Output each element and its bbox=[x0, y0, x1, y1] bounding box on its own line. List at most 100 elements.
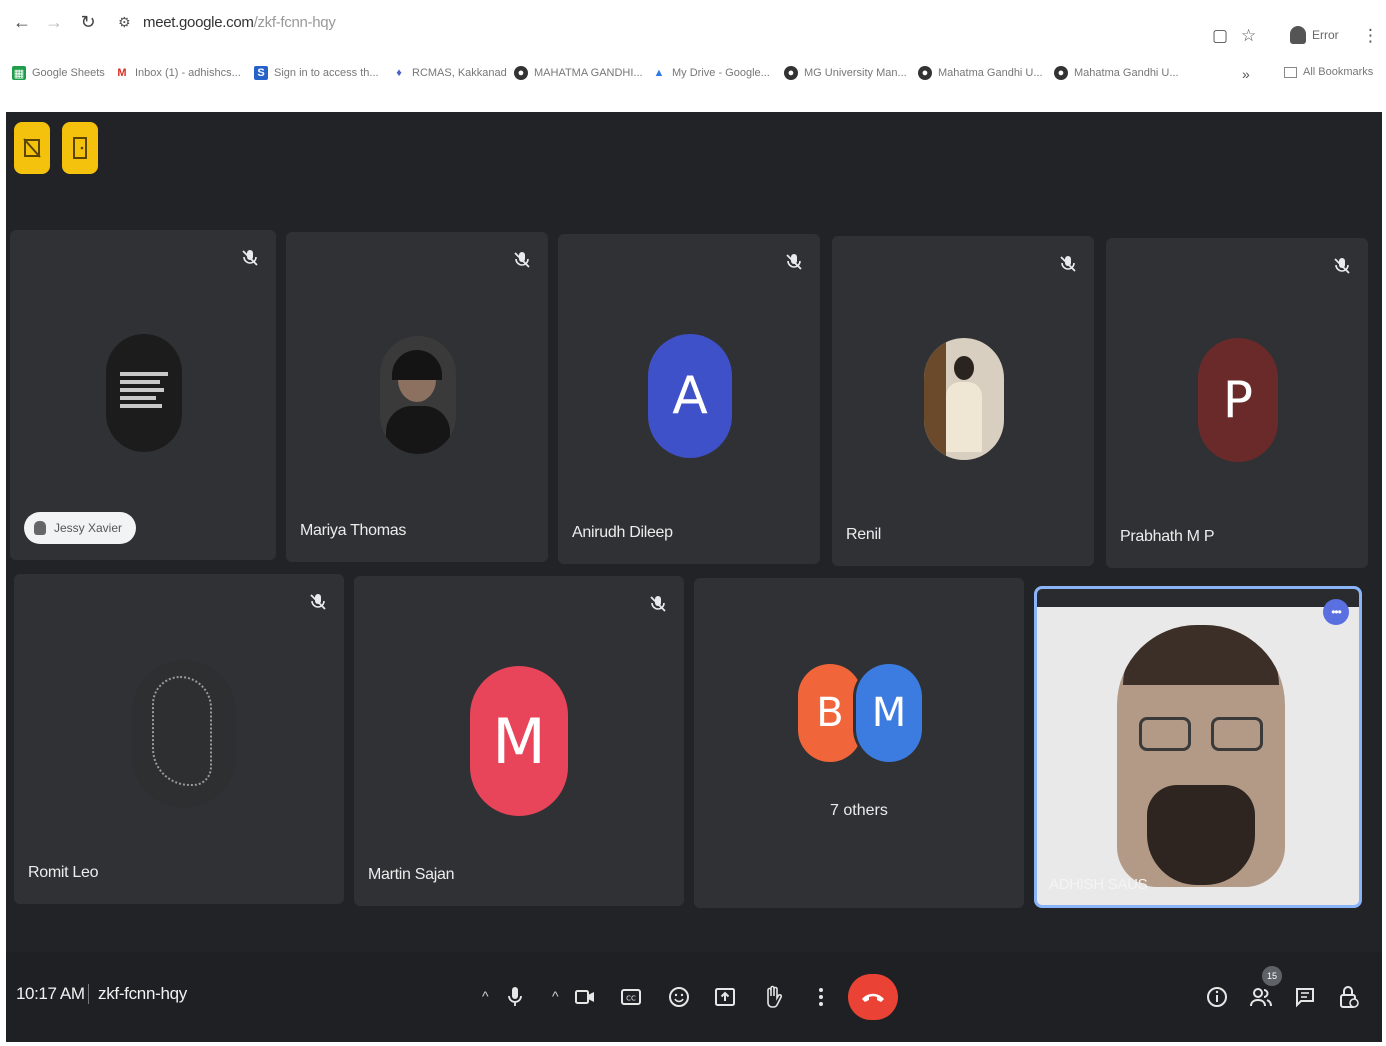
back-icon[interactable]: ← bbox=[10, 10, 34, 34]
globe-icon: ● bbox=[784, 66, 798, 80]
audio-options-chevron-icon[interactable]: ^ bbox=[482, 988, 489, 1004]
bookmark-item[interactable]: ▲ My Drive - Google... bbox=[652, 66, 770, 80]
leave-call-button[interactable] bbox=[848, 974, 898, 1020]
participant-tile[interactable]: P Prabhath M P bbox=[1106, 238, 1368, 568]
participant-tile[interactable]: Mariya Thomas bbox=[286, 232, 548, 562]
present-button[interactable] bbox=[706, 978, 744, 1016]
more-bookmarks-button[interactable]: » bbox=[1242, 66, 1250, 82]
bookmarks-bar: ▦ Google Sheets M Inbox (1) - adhishcs..… bbox=[0, 58, 1386, 98]
bookmark-item[interactable]: M Inbox (1) - adhishcs... bbox=[115, 66, 240, 80]
others-count-label: 7 others bbox=[830, 802, 888, 819]
participant-name: Prabhath M P bbox=[1120, 528, 1215, 545]
self-video-top-strip bbox=[1037, 589, 1359, 607]
svg-text:CC: CC bbox=[626, 995, 636, 1003]
others-avatar: B bbox=[798, 664, 862, 762]
bookmark-label: Mahatma Gandhi U... bbox=[938, 67, 1043, 79]
whiteboard-tool-button[interactable] bbox=[14, 122, 50, 174]
bookmark-star-icon[interactable]: ☆ bbox=[1241, 26, 1256, 46]
others-tile[interactable]: B M 7 others bbox=[694, 578, 1024, 908]
bookmark-item[interactable]: ▦ Google Sheets bbox=[12, 66, 105, 80]
participant-avatar: P bbox=[1198, 338, 1278, 462]
camera-button[interactable] bbox=[566, 978, 604, 1016]
self-name: ADHISH SAUS bbox=[1049, 876, 1148, 893]
bookmark-item[interactable]: ● MG University Man... bbox=[784, 66, 907, 80]
forward-icon[interactable]: → bbox=[42, 10, 66, 34]
browser-toolbar: ← → ↻ ⚙ meet.google.com/zkf-fcnn-hqy ▢ ☆… bbox=[0, 0, 1386, 52]
captions-button[interactable]: CC bbox=[612, 978, 650, 1016]
bookmark-item[interactable]: ● MAHATMA GANDHI... bbox=[514, 66, 643, 80]
microphone-button[interactable] bbox=[496, 978, 534, 1016]
self-video-feed bbox=[1117, 625, 1285, 887]
host-controls-button[interactable] bbox=[1330, 978, 1368, 1016]
info-icon bbox=[1207, 987, 1227, 1007]
more-options-button[interactable] bbox=[802, 978, 840, 1016]
lock-person-icon bbox=[1340, 986, 1359, 1008]
participant-photo bbox=[380, 336, 456, 454]
mic-off-icon bbox=[1060, 256, 1076, 272]
more-options-icon[interactable]: ••• bbox=[1323, 599, 1349, 625]
participant-name: Jessy Xavier bbox=[54, 521, 123, 535]
participant-photo bbox=[924, 338, 1004, 460]
video-options-chevron-icon[interactable]: ^ bbox=[552, 988, 559, 1004]
address-bar[interactable]: meet.google.com/zkf-fcnn-hqy bbox=[143, 14, 336, 31]
reload-icon[interactable]: ↻ bbox=[76, 10, 100, 34]
raised-hand-name-pill: Jessy Xavier bbox=[24, 512, 137, 544]
present-screen-icon bbox=[715, 988, 735, 1006]
bookmark-label: My Drive - Google... bbox=[672, 67, 770, 79]
meeting-info-button[interactable] bbox=[1198, 978, 1236, 1016]
globe-icon: ● bbox=[1054, 66, 1068, 80]
participant-name: Romit Leo bbox=[28, 864, 99, 881]
gmail-icon: M bbox=[117, 67, 127, 79]
mic-off-icon bbox=[310, 594, 326, 610]
participant-avatar: A bbox=[648, 334, 732, 458]
hand-icon bbox=[767, 985, 783, 1008]
profile-avatar-icon bbox=[1290, 26, 1306, 44]
door-tool-button[interactable] bbox=[62, 122, 98, 174]
meeting-controls-bar: 10:17 AM zkf-fcnn-hqy ^ ^ CC 15 bbox=[6, 952, 1382, 1042]
participant-photo bbox=[132, 660, 236, 808]
participant-name: Martin Sajan bbox=[368, 866, 455, 883]
site-info-icon[interactable]: ⚙ bbox=[118, 14, 131, 31]
participant-name: Mariya Thomas bbox=[300, 522, 407, 539]
participant-tile[interactable]: Romit Leo bbox=[14, 574, 344, 904]
participant-photo bbox=[106, 334, 182, 452]
others-avatar: M bbox=[856, 664, 922, 762]
time-divider bbox=[88, 984, 89, 1004]
browser-menu-icon[interactable]: ⋮ bbox=[1362, 26, 1379, 46]
s-icon: S bbox=[254, 66, 268, 80]
camera-icon bbox=[575, 990, 594, 1004]
no-sign-icon bbox=[23, 138, 41, 158]
people-button[interactable] bbox=[1242, 978, 1280, 1016]
bookmark-item[interactable]: S Sign in to access th... bbox=[254, 66, 379, 80]
participant-name: Anirudh Dileep bbox=[572, 524, 673, 541]
profile-label: Error bbox=[1312, 28, 1339, 42]
chat-button[interactable] bbox=[1286, 978, 1324, 1016]
all-bookmarks-button[interactable]: All Bookmarks bbox=[1284, 66, 1373, 78]
profile-button[interactable]: Error bbox=[1290, 26, 1339, 44]
reactions-button[interactable] bbox=[660, 978, 698, 1016]
people-icon bbox=[1250, 988, 1272, 1007]
participant-tile[interactable]: Renil bbox=[832, 236, 1094, 566]
bookmark-item[interactable]: ● Mahatma Gandhi U... bbox=[1054, 66, 1179, 80]
bookmark-item[interactable]: ● Mahatma Gandhi U... bbox=[918, 66, 1043, 80]
bookmark-item[interactable]: ♦ RCMAS, Kakkanad bbox=[392, 66, 507, 80]
door-icon bbox=[73, 137, 87, 159]
mic-off-icon bbox=[1334, 258, 1350, 274]
meeting-time: 10:17 AM bbox=[16, 984, 85, 1003]
vertical-dots-icon bbox=[819, 988, 823, 1006]
raise-hand-button[interactable] bbox=[754, 978, 792, 1016]
participant-name: Renil bbox=[846, 526, 881, 543]
bookmark-label: Sign in to access th... bbox=[274, 67, 379, 79]
mic-off-icon bbox=[650, 596, 666, 612]
folder-icon bbox=[1284, 66, 1297, 78]
participant-tile[interactable]: M Martin Sajan bbox=[354, 576, 684, 906]
raised-hand-icon bbox=[34, 521, 46, 535]
bookmark-label: RCMAS, Kakkanad bbox=[412, 67, 507, 79]
self-video-tile[interactable]: ••• ADHISH SAUS bbox=[1034, 586, 1362, 908]
globe-icon: ● bbox=[514, 66, 528, 80]
rcmas-icon: ♦ bbox=[396, 67, 402, 79]
meeting-code[interactable]: zkf-fcnn-hqy bbox=[98, 984, 187, 1004]
cast-icon[interactable]: ▢ bbox=[1212, 26, 1228, 46]
participant-tile[interactable]: Jessy Xavier bbox=[10, 230, 276, 560]
participant-tile[interactable]: A Anirudh Dileep bbox=[558, 234, 820, 564]
